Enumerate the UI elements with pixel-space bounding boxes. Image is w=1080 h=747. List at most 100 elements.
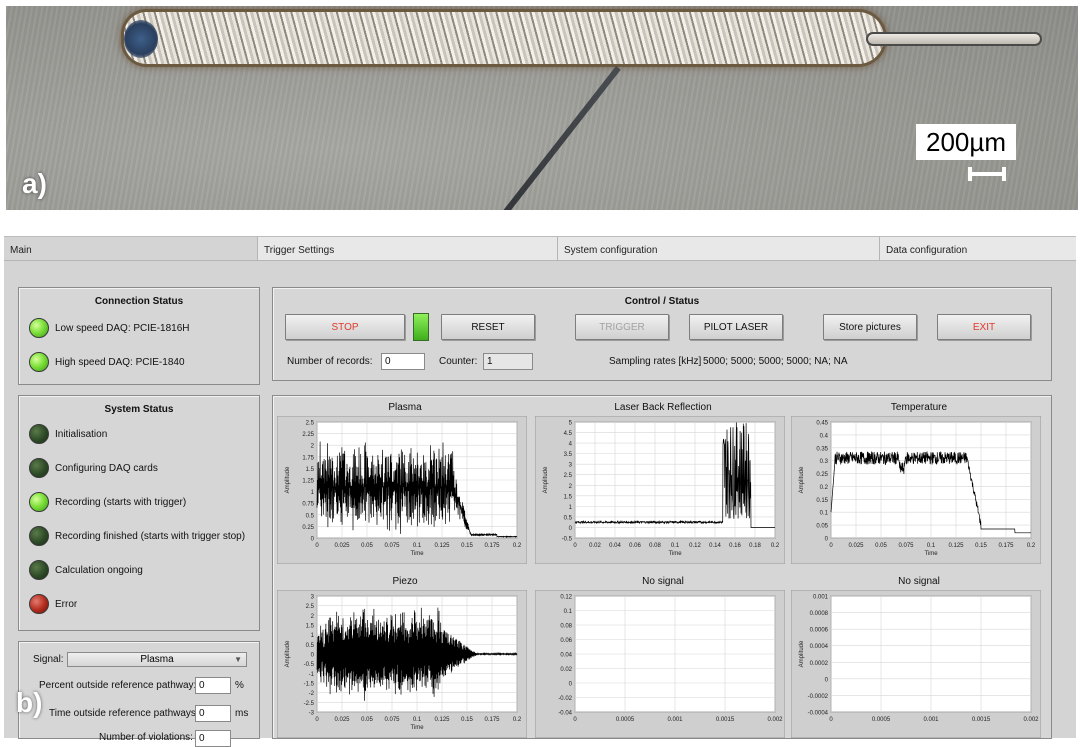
waveform-graph[interactable]: 5 4.5 4 3.5 3 2.5 2 1.5 1 0.5 0 -0.5 0 0.02 0.04 0.06 0.… xyxy=(535,416,785,564)
y-axis-label: Amplitude xyxy=(799,466,805,493)
y-tick-label: 1.5 xyxy=(564,494,573,500)
y-axis-label: Amplitude xyxy=(799,640,805,667)
stop-button[interactable]: STOP xyxy=(285,314,405,340)
status-led-icon xyxy=(29,594,49,614)
y-axis-label: Amplitude xyxy=(543,466,549,493)
tab-trigger-settings[interactable]: Trigger Settings xyxy=(258,237,558,260)
y-tick-label: -1 xyxy=(309,672,315,678)
x-tick-label: 0.001 xyxy=(667,717,683,723)
y-tick-label: -2 xyxy=(309,691,315,697)
y-tick-label: 0.1 xyxy=(820,511,829,517)
tab-data-configuration[interactable]: Data configuration xyxy=(880,237,1076,260)
x-axis-label: Time xyxy=(924,551,938,557)
y-tick-label: 1.5 xyxy=(306,467,315,473)
y-tick-label: 1.75 xyxy=(302,455,314,461)
x-tick-label: 0.15 xyxy=(461,717,473,723)
control-status-title: Control / Status xyxy=(624,296,700,307)
status-row: High speed DAQ: PCIE-1840 xyxy=(19,345,259,379)
pilot-laser-button[interactable]: PILOT LASER xyxy=(689,314,783,340)
panel-label-b: b) xyxy=(16,687,43,718)
y-tick-label: -0.02 xyxy=(558,696,572,702)
y-tick-label: -3 xyxy=(309,711,315,717)
connection-status-title: Connection Status xyxy=(94,296,184,307)
y-tick-label: 0.06 xyxy=(560,638,572,644)
panel-label-a: a) xyxy=(22,168,47,199)
x-tick-label: 0.0005 xyxy=(872,717,891,723)
plots-panel: Plasma 2.5 2.25 2 1.75 1.5 1.25 1 0.75 0.5 0.25 0 0 0… xyxy=(272,395,1052,739)
y-tick-label: 0.08 xyxy=(560,624,572,630)
y-tick-label: 0.5 xyxy=(306,513,315,519)
x-tick-label: 0.125 xyxy=(948,543,964,549)
waveform-graph[interactable]: 3 2.5 2 1.5 1 0.5 0 -0.5 -1 -1.5 -2 -2.5 -3 0 0.025 0.0… xyxy=(277,590,527,738)
y-tick-label: -0.0002 xyxy=(808,694,829,700)
records-label: Number of records: xyxy=(287,356,373,367)
y-tick-label: 0.75 xyxy=(302,502,314,508)
y-tick-label: -1.5 xyxy=(304,682,315,688)
x-tick-label: 0.125 xyxy=(434,717,450,723)
status-label: Low speed DAQ: PCIE-1816H xyxy=(55,322,190,334)
y-tick-label: 1.5 xyxy=(306,624,315,630)
records-field[interactable]: 0 xyxy=(381,353,425,370)
x-tick-label: 0.002 xyxy=(1023,717,1039,723)
y-tick-label: -0.04 xyxy=(558,711,572,717)
x-tick-label: 0.02 xyxy=(589,543,601,549)
y-tick-label: 0.2 xyxy=(820,485,829,491)
status-label: High speed DAQ: PCIE-1840 xyxy=(55,356,185,368)
connection-status-panel: Connection Status Low speed DAQ: PCIE-18… xyxy=(18,287,260,385)
x-tick-label: 0.15 xyxy=(975,543,987,549)
sampling-value: 5000; 5000; 5000; 5000; NA; NA xyxy=(703,356,848,367)
waveform-graph[interactable]: 0.12 0.1 0.08 0.06 0.04 0.02 0 -0.02 -0.04 0 0.000… xyxy=(535,590,785,738)
x-tick-label: 0.175 xyxy=(998,543,1014,549)
trigger-button[interactable]: TRIGGER xyxy=(575,314,669,340)
x-tick-label: 0.08 xyxy=(649,543,661,549)
exit-button[interactable]: EXIT xyxy=(937,314,1031,340)
status-led-icon xyxy=(29,458,49,478)
signal-dropdown-value: Plasma xyxy=(140,654,174,665)
store-pictures-button[interactable]: Store pictures xyxy=(823,314,917,340)
x-tick-label: 0.002 xyxy=(767,717,783,723)
y-axis-label: Amplitude xyxy=(285,640,291,667)
time-outside-field[interactable]: 0 xyxy=(195,705,231,722)
x-tick-label: 0.1 xyxy=(927,543,936,549)
signal-dropdown[interactable]: Plasma ▼ xyxy=(67,652,247,667)
y-tick-label: -2.5 xyxy=(304,701,315,707)
reset-button[interactable]: RESET xyxy=(441,314,535,340)
y-tick-label: 2.5 xyxy=(306,604,315,610)
tab-system-configuration[interactable]: System configuration xyxy=(558,237,880,260)
x-tick-label: 0.04 xyxy=(609,543,621,549)
status-row: Calculation ongoing xyxy=(19,553,259,587)
waveform-graph[interactable]: 0.001 0.0008 0.0006 0.0004 0.0002 0 -0.0002 -0.… xyxy=(791,590,1041,738)
y-tick-label: 0.45 xyxy=(816,421,828,427)
x-tick-label: 0.075 xyxy=(384,543,400,549)
counter-label: Counter: xyxy=(439,356,478,367)
x-tick-label: 0.001 xyxy=(923,717,939,723)
signal-label: Signal: xyxy=(33,654,64,665)
weld-start-oxidation xyxy=(124,20,158,58)
weld-keyhole-trail xyxy=(866,32,1042,46)
x-tick-label: 0.16 xyxy=(729,543,741,549)
plot-title: Plasma xyxy=(388,402,422,413)
weld-micrograph-image: 200µm a) xyxy=(6,6,1078,210)
scale-bar xyxy=(968,167,1006,181)
x-tick-label: 0.05 xyxy=(875,543,887,549)
status-row: Recording (starts with trigger) xyxy=(19,485,259,519)
waveform-graph[interactable]: 2.5 2.25 2 1.75 1.5 1.25 1 0.75 0.5 0.25 0 0 0.025 0.… xyxy=(277,416,527,564)
graph-svg: 0.450.40.350.30.250.20.150.10.0500 0.025 0… xyxy=(791,416,1041,564)
violations-field[interactable]: 0 xyxy=(195,730,231,747)
x-tick-label: 0.0015 xyxy=(716,717,735,723)
x-tick-label: 0.025 xyxy=(334,717,350,723)
waveform-graph[interactable]: 0.45 0.4 0.35 0.3 0.25 0.2 0.15 0.1 0.05 0 0 0.025 0… xyxy=(791,416,1041,564)
y-tick-label: 0.0004 xyxy=(810,644,829,650)
percent-outside-field[interactable]: 0 xyxy=(195,677,231,694)
tab-main[interactable]: Main xyxy=(4,237,258,260)
y-axis-label: Amplitude xyxy=(285,466,291,493)
status-row: Error xyxy=(19,587,259,621)
system-status-panel: System Status Initialisation Configuring … xyxy=(18,395,260,631)
running-indicator xyxy=(413,313,429,341)
y-tick-label: 1.25 xyxy=(302,479,314,485)
x-tick-label: 0.05 xyxy=(361,543,373,549)
y-tick-label: 0.12 xyxy=(560,595,572,601)
sampling-label: Sampling rates [kHz] xyxy=(609,356,702,367)
y-tick-label: 0.25 xyxy=(816,472,828,478)
y-tick-label: 0.05 xyxy=(816,524,828,530)
